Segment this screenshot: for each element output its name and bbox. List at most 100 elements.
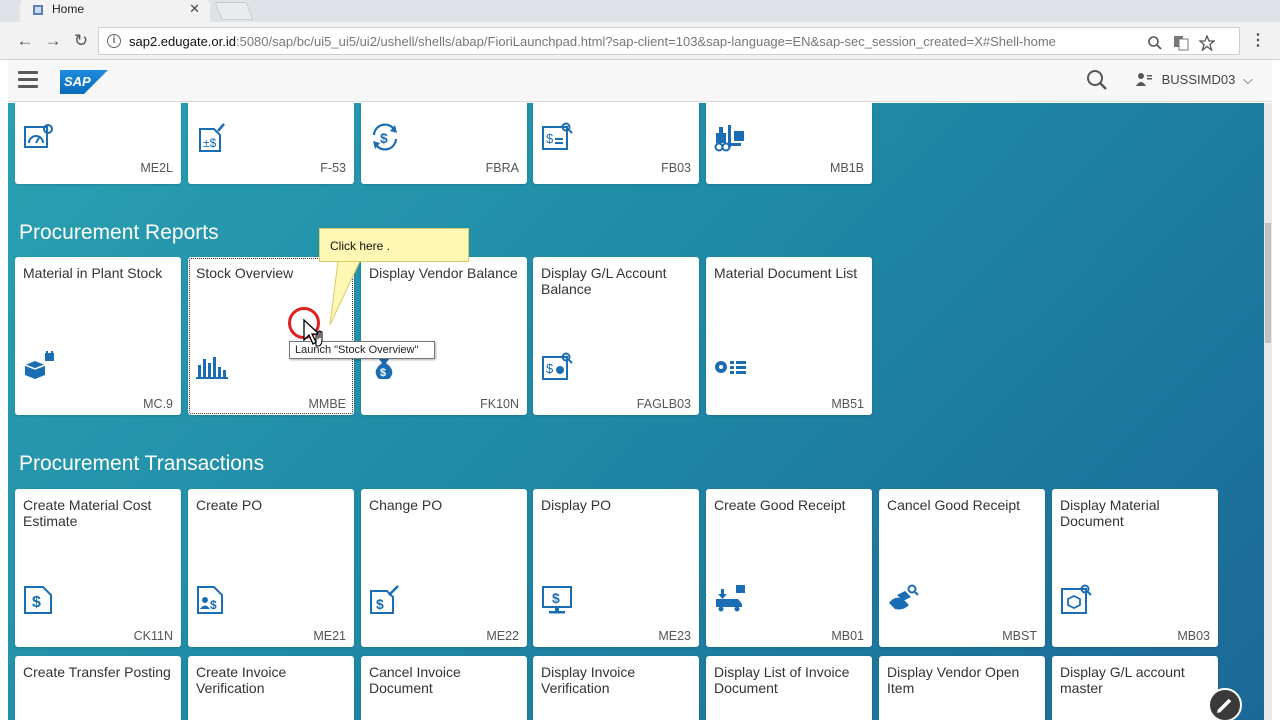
doc-dollar-icon: $: [24, 586, 52, 614]
tile-create-po[interactable]: Create PO $ ME21: [188, 489, 354, 647]
close-tab-icon[interactable]: ✕: [189, 1, 200, 17]
box-calendar-icon: [24, 351, 54, 379]
new-tab-button[interactable]: [214, 2, 254, 20]
tile-title: Display PO: [541, 497, 612, 513]
tile-code: MB01: [831, 629, 864, 643]
tile-code: ME2L: [140, 161, 173, 175]
vertical-scrollbar[interactable]: [1264, 103, 1272, 720]
svg-text:$: $: [546, 131, 554, 146]
tile-title: Material Document List: [714, 265, 858, 281]
tile-title: Cancel Good Receipt: [887, 497, 1021, 513]
address-url[interactable]: sap2.edugate.or.id:5080/sap/bc/ui5_ui5/u…: [129, 34, 1056, 49]
tile-display-list-of-invoice-document[interactable]: Display List of Invoice Document: [706, 656, 872, 720]
back-button[interactable]: ←: [14, 30, 36, 52]
hamburger-menu-icon[interactable]: [18, 71, 38, 89]
tile-title: Display G/L Account Balance: [541, 265, 667, 297]
hand-search-icon: [889, 584, 919, 610]
launchpad-content: ME2L ±$ F-53 $ FBRA $ FB03 MB1B Procurem…: [8, 103, 1272, 720]
tile-create-transfer-posting[interactable]: Create Transfer Posting: [15, 656, 181, 720]
doc-box-search-icon: [1061, 584, 1092, 614]
truck-icon: [716, 585, 745, 612]
tile-code: MC.9: [143, 397, 173, 411]
tile-create-good-receipt[interactable]: Create Good Receipt MB01: [706, 489, 872, 647]
translate-icon[interactable]: [1173, 35, 1189, 51]
tile-title: Create Transfer Posting: [23, 664, 171, 680]
tile-title: Material in Plant Stock: [23, 265, 163, 281]
doc-person-dollar-icon: $: [197, 586, 223, 614]
edit-home-button[interactable]: [1208, 688, 1242, 720]
tile-title: Display G/L account master: [1060, 664, 1185, 696]
tile-code: MMBE: [308, 397, 347, 411]
svg-text:$: $: [380, 130, 388, 146]
svg-text:±$: ±$: [203, 136, 217, 150]
browser-tab-home[interactable]: Home ✕: [20, 0, 210, 22]
scrollbar-thumb[interactable]: [1265, 223, 1271, 343]
tile-title: Create Material Cost Estimate: [23, 497, 152, 529]
tile-cancel-good-receipt[interactable]: Cancel Good Receipt MBST: [879, 489, 1045, 647]
address-bar[interactable]: i sap2.edugate.or.id:5080/sap/bc/ui5_ui5…: [98, 27, 1240, 55]
site-info-icon[interactable]: i: [107, 34, 121, 48]
page-favicon-icon: [33, 5, 43, 15]
tile-code: FBRA: [485, 161, 519, 175]
tile-create-material-cost-estimate[interactable]: Create Material Cost Estimate $ CK11N: [15, 489, 181, 647]
doc-search-icon: $: [542, 122, 573, 150]
doc-search-icon: $: [542, 352, 573, 380]
tile-title: Create PO: [196, 497, 263, 513]
tile-me2l[interactable]: ME2L: [15, 103, 181, 184]
tile-code: ME23: [658, 629, 691, 643]
zoom-icon[interactable]: [1147, 35, 1163, 51]
sap-logo[interactable]: SAP: [60, 70, 108, 94]
tile-title: Change PO: [369, 497, 443, 513]
tile-code: F-53: [320, 161, 346, 175]
tile-title: Display Material Document: [1060, 497, 1160, 529]
user-icon: [1136, 73, 1152, 86]
tile-title: Display Vendor Open Item: [887, 664, 1020, 696]
tile-display-material-document[interactable]: Display Material Document MB03: [1052, 489, 1218, 647]
tile-title: Create Good Receipt: [714, 497, 846, 513]
bar-chart-icon: [196, 357, 228, 379]
tile-display-gl-account-balance[interactable]: Display G/L Account Balance $ FAGLB03: [533, 257, 699, 415]
tile-code: MB51: [831, 397, 864, 411]
tutorial-callout: Click here .: [319, 228, 469, 262]
tile-material-in-plant-stock[interactable]: Material in Plant Stock MC.9: [15, 257, 181, 415]
tile-fbra[interactable]: $ FBRA: [361, 103, 527, 184]
tile-display-invoice-verification[interactable]: Display Invoice Verification: [533, 656, 699, 720]
tab-title: Home: [52, 2, 85, 16]
url-path: :5080/sap/bc/ui5_ui5/ui2/ushell/shells/a…: [235, 34, 1056, 49]
tile-title: Create Invoice Verification: [196, 664, 287, 696]
tile-title: Display List of Invoice Document: [714, 664, 850, 696]
tile-f-53[interactable]: ±$ F-53: [188, 103, 354, 184]
tile-display-gl-account-master[interactable]: Display G/L account master: [1052, 656, 1218, 720]
tile-title: Display Invoice Verification: [541, 664, 636, 696]
svg-text:$: $: [552, 590, 560, 606]
tile-code: MBST: [1002, 629, 1037, 643]
tile-cancel-invoice-document[interactable]: Cancel Invoice Document: [361, 656, 527, 720]
tile-code: FK10N: [480, 397, 519, 411]
hand-cursor-icon: [303, 318, 323, 347]
reload-button[interactable]: ↻: [70, 30, 92, 52]
pencil-icon: [1217, 698, 1232, 713]
gauge-doc-icon: [24, 124, 53, 148]
browser-toolbar: ← → ↻ i sap2.edugate.or.id:5080/sap/bc/u…: [0, 22, 1280, 60]
tile-fb03[interactable]: $ FB03: [533, 103, 699, 184]
tile-display-vendor-open-item[interactable]: Display Vendor Open Item: [879, 656, 1045, 720]
forklift-icon: [714, 125, 744, 152]
tile-display-po[interactable]: Display PO $ ME23: [533, 489, 699, 647]
tile-code: FAGLB03: [636, 397, 691, 411]
tile-create-invoice-verification[interactable]: Create Invoice Verification: [188, 656, 354, 720]
tile-material-document-list[interactable]: Material Document List MB51: [706, 257, 872, 415]
user-menu[interactable]: BUSSIMD03 ⌵: [1136, 72, 1253, 88]
section-title-procurement-transactions: Procurement Transactions: [19, 452, 265, 475]
search-icon[interactable]: [1086, 69, 1108, 91]
forward-button[interactable]: →: [42, 30, 64, 52]
tile-code: MB1B: [829, 161, 864, 175]
browser-menu-icon[interactable]: ⋮: [1250, 30, 1266, 50]
bookmark-star-icon[interactable]: [1199, 35, 1215, 51]
tile-change-po[interactable]: Change PO $ ME22: [361, 489, 527, 647]
tile-display-vendor-balance[interactable]: Display Vendor Balance $ FK10N: [361, 257, 527, 415]
doc-dollar-icon: ±$: [199, 123, 225, 152]
tile-code: ME22: [486, 629, 519, 643]
tile-code: FB03: [661, 161, 691, 175]
list-icon: [715, 361, 746, 374]
tile-mb1b[interactable]: MB1B: [706, 103, 872, 184]
